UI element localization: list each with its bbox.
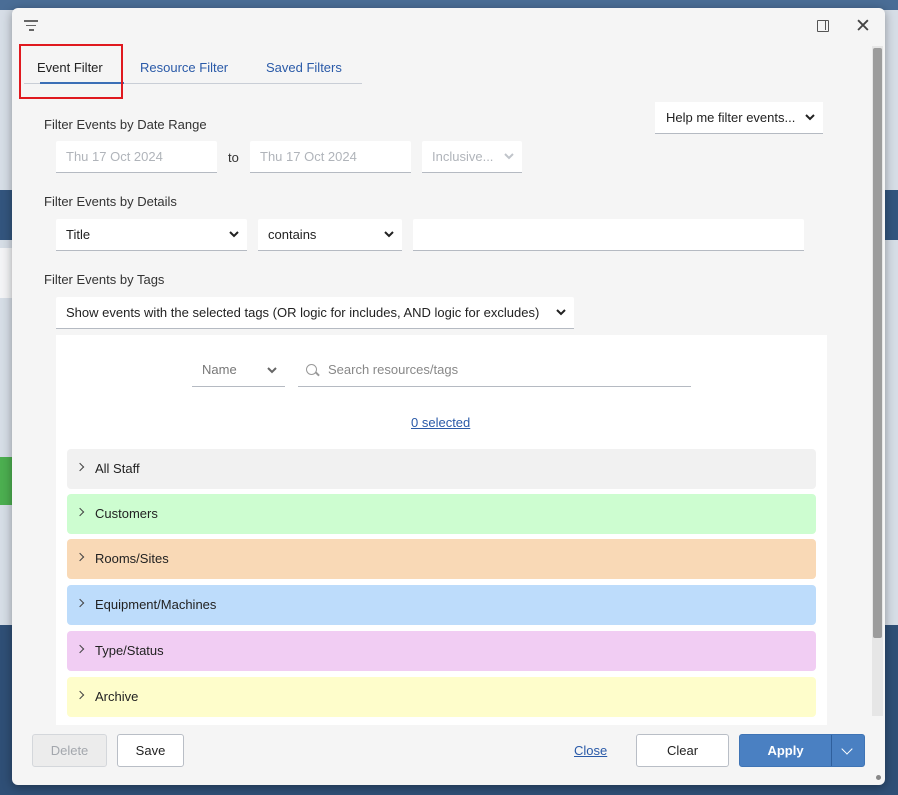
- date-to-input[interactable]: Thu 17 Oct 2024: [250, 141, 411, 173]
- apply-split-divider: [831, 735, 832, 766]
- details-label: Filter Events by Details: [44, 194, 177, 209]
- date-range-label: Filter Events by Date Range: [44, 117, 207, 132]
- tag-search-placeholder: Search resources/tags: [328, 362, 459, 377]
- date-mode-select[interactable]: Inclusive...: [422, 141, 522, 173]
- tag-group-label: Rooms/Sites: [95, 551, 169, 566]
- chevron-down-icon: [384, 231, 394, 238]
- tab-resource-filter[interactable]: Resource Filter: [140, 60, 228, 84]
- close-link[interactable]: Close: [574, 743, 607, 758]
- tags-label: Filter Events by Tags: [44, 272, 165, 287]
- chevron-right-icon: [75, 507, 85, 517]
- scrollbar-thumb[interactable]: [873, 48, 882, 638]
- tags-mode-value: Show events with the selected tags (OR l…: [66, 305, 540, 320]
- chevron-right-icon: [75, 644, 85, 654]
- search-icon: [306, 364, 317, 375]
- save-button[interactable]: Save: [117, 734, 184, 767]
- clear-button[interactable]: Clear: [636, 734, 729, 767]
- tag-group-label: All Staff: [95, 461, 140, 476]
- chevron-down-icon: [805, 114, 815, 121]
- delete-button[interactable]: Delete: [32, 734, 107, 767]
- tag-group-label: Customers: [95, 506, 158, 521]
- details-value-input[interactable]: [413, 219, 804, 251]
- chevron-down-icon: [556, 309, 566, 316]
- help-select-value: Help me filter events...: [666, 110, 796, 125]
- highlight-box: [19, 44, 123, 99]
- chevron-down-icon: [229, 231, 239, 238]
- tag-group-customers[interactable]: Customers: [67, 494, 816, 534]
- tag-group-rooms-sites[interactable]: Rooms/Sites: [67, 539, 816, 579]
- date-to-label: to: [228, 150, 239, 165]
- date-from-input[interactable]: Thu 17 Oct 2024: [56, 141, 217, 173]
- panel-toggle-icon[interactable]: [817, 20, 829, 32]
- details-operator-value: contains: [268, 227, 317, 242]
- chevron-down-icon: [267, 367, 277, 374]
- chevron-right-icon: [75, 462, 85, 472]
- event-filter-dialog: ✕ Event Filter Resource Filter Saved Fil…: [12, 8, 885, 785]
- resize-handle[interactable]: [876, 775, 881, 780]
- tag-panel: Name Search resources/tags 0 selected Al…: [56, 335, 827, 725]
- tags-mode-select[interactable]: Show events with the selected tags (OR l…: [56, 297, 574, 329]
- sort-by-select[interactable]: Name: [192, 353, 285, 387]
- background-event: [0, 248, 12, 298]
- tag-group-all-staff[interactable]: All Staff: [67, 449, 816, 489]
- tab-saved-filters[interactable]: Saved Filters: [266, 60, 342, 84]
- chevron-right-icon: [75, 598, 85, 608]
- help-me-filter-select[interactable]: Help me filter events...: [655, 102, 823, 134]
- chevron-right-icon: [75, 552, 85, 562]
- tag-group-label: Type/Status: [95, 643, 164, 658]
- date-mode-value: Inclusive...: [432, 149, 494, 164]
- tag-search-input[interactable]: Search resources/tags: [298, 353, 691, 387]
- tag-group-type-status[interactable]: Type/Status: [67, 631, 816, 671]
- chevron-right-icon: [75, 690, 85, 700]
- sort-by-value: Name: [202, 362, 237, 377]
- background-event-green: [0, 457, 12, 505]
- tag-group-label: Equipment/Machines: [95, 597, 217, 612]
- tag-group-label: Archive: [95, 689, 139, 704]
- chevron-down-icon: [504, 153, 514, 160]
- close-icon[interactable]: ✕: [855, 17, 871, 36]
- details-operator-select[interactable]: contains: [258, 219, 402, 251]
- details-field-select[interactable]: Title: [56, 219, 247, 251]
- filter-icon: [24, 20, 38, 34]
- selected-count-link[interactable]: 0 selected: [411, 415, 470, 430]
- details-field-value: Title: [66, 227, 91, 242]
- tag-group-archive[interactable]: Archive: [67, 677, 816, 717]
- tag-group-equipment-machines[interactable]: Equipment/Machines: [67, 585, 816, 625]
